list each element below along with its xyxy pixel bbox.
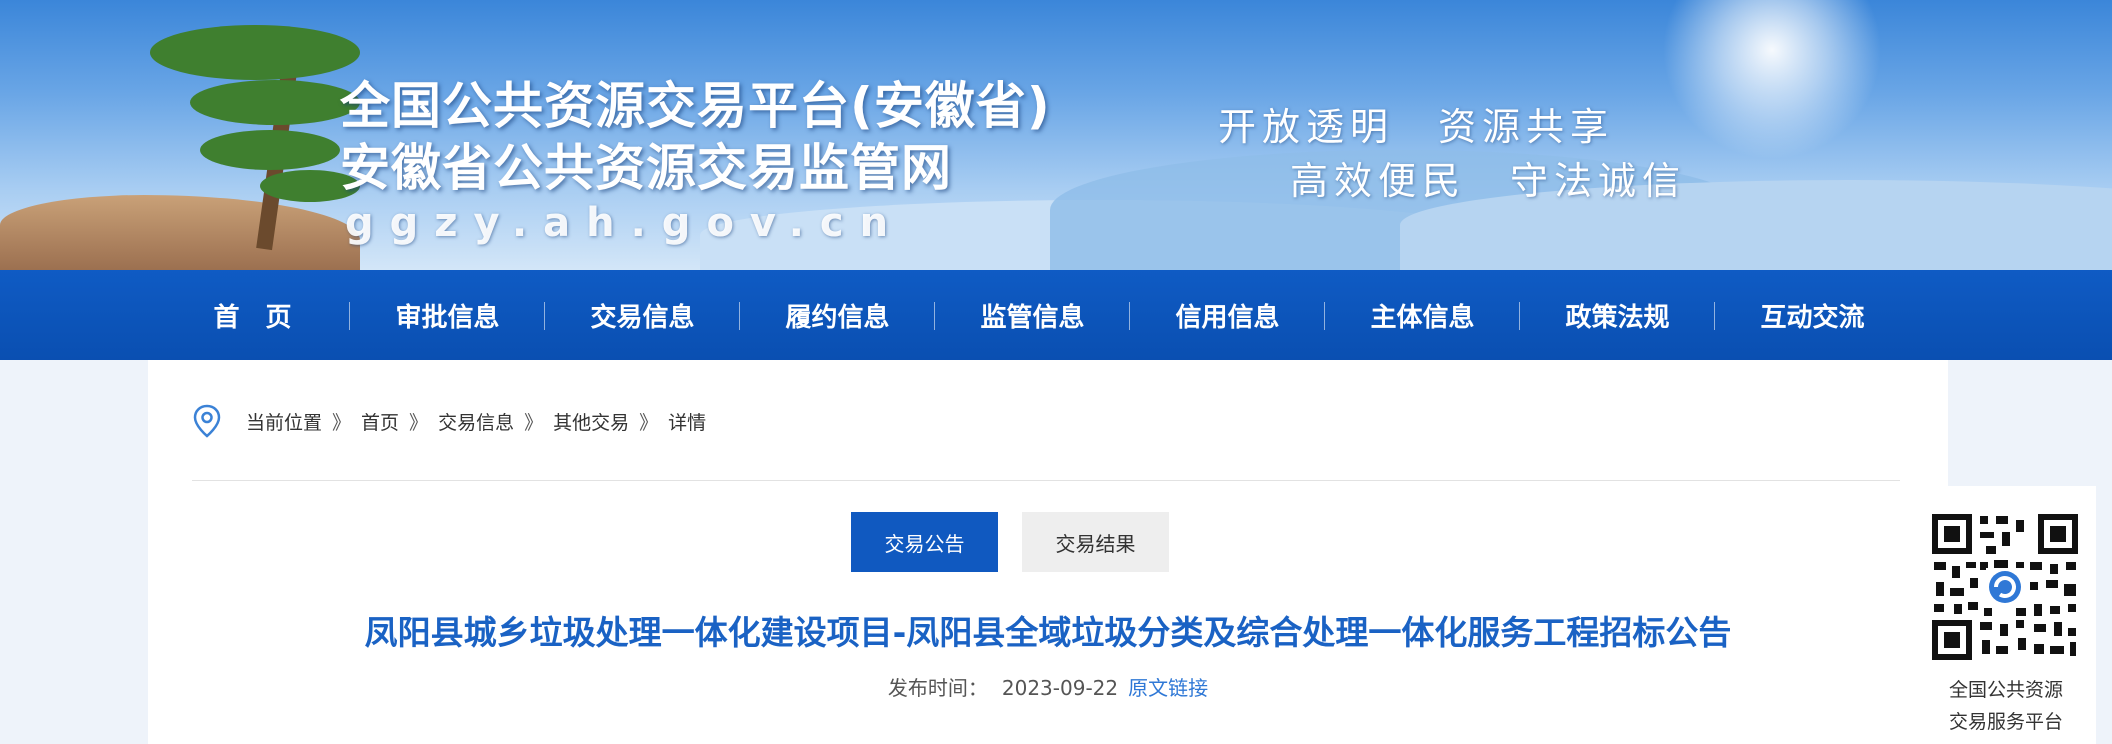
header-banner: 全国公共资源交易平台(安徽省) 安徽省公共资源交易监管网 ggzy.ah.gov… <box>0 0 2112 270</box>
nav-item-trading[interactable]: 交易信息 <box>545 270 740 360</box>
sun-glow <box>1662 0 1882 160</box>
article-title: 凤阳县城乡垃圾处理一体化建设项目-凤阳县全域垃圾分类及综合处理一体化服务工程招标… <box>364 613 1732 652</box>
nav-item-credit[interactable]: 信用信息 <box>1130 270 1325 360</box>
site-title[interactable]: 全国公共资源交易平台(安徽省) 安徽省公共资源交易监管网 <box>340 75 1051 199</box>
site-url: ggzy.ah.gov.cn <box>345 200 905 246</box>
nav-item-approval[interactable]: 审批信息 <box>350 270 545 360</box>
nav-item-label: 政策法规 <box>1565 302 1670 333</box>
publish-date: 2023-09-22 <box>1001 676 1119 700</box>
nav-item-performance[interactable]: 履约信息 <box>740 270 935 360</box>
nav-item-home[interactable]: 首 页 <box>155 270 350 360</box>
breadcrumb-other-trading[interactable]: 其他交易 <box>553 408 629 435</box>
content-panel: 当前位置 》 首页 》 交易信息 》 其他交易 》 详情 交易公告 交易结果 凤… <box>148 360 1948 744</box>
publish-label: 发布时间： <box>887 676 988 700</box>
site-title-line1: 全国公共资源交易平台(安徽省) <box>340 77 1051 135</box>
nav-item-label: 互动交流 <box>1760 302 1865 333</box>
qr-code-icon <box>1930 512 2080 662</box>
breadcrumb-separator: 》 <box>409 411 429 434</box>
breadcrumb-current-label: 当前位置 <box>246 411 323 434</box>
qr-panel: 全国公共资源 交易服务平台 <box>1916 486 2096 744</box>
main-nav: 首 页 审批信息 交易信息 履约信息 监管信息 信用信息 主体信息 政策法规 互… <box>0 270 2112 360</box>
nav-item-label: 监管信息 <box>980 302 1085 333</box>
nav-item-label: 首 页 <box>213 302 292 333</box>
location-pin-icon <box>193 404 221 438</box>
qr-caption: 全国公共资源 交易服务平台 <box>1916 674 2096 738</box>
qr-caption-line1: 全国公共资源 <box>1948 679 2063 701</box>
site-title-line2: 安徽省公共资源交易监管网 <box>340 139 952 197</box>
tab-result[interactable]: 交易结果 <box>1022 512 1169 572</box>
nav-item-policy[interactable]: 政策法规 <box>1520 270 1715 360</box>
breadcrumb-home[interactable]: 首页 <box>361 408 399 435</box>
slogan-line2: 高效便民 守法诚信 <box>1290 159 1687 203</box>
breadcrumb-separator: 》 <box>524 411 544 434</box>
nav-item-label: 信用信息 <box>1175 302 1280 333</box>
breadcrumb: 当前位置 》 首页 》 交易信息 》 其他交易 》 详情 <box>192 404 710 438</box>
pine-tree-foliage <box>200 130 340 170</box>
pine-tree-foliage <box>150 25 360 80</box>
nav-item-entity[interactable]: 主体信息 <box>1325 270 1520 360</box>
slogan-line1: 开放透明 资源共享 <box>1218 105 1615 149</box>
nav-item-label: 交易信息 <box>590 302 695 333</box>
breadcrumb-separator: 》 <box>332 411 352 434</box>
breadcrumb-trading[interactable]: 交易信息 <box>438 408 514 435</box>
divider <box>192 480 1900 481</box>
nav-item-label: 主体信息 <box>1370 302 1475 333</box>
nav-item-label: 履约信息 <box>785 302 890 333</box>
rock-decoration <box>0 195 360 270</box>
pine-tree-foliage <box>190 80 360 125</box>
qr-caption-line2: 交易服务平台 <box>1948 711 2063 733</box>
breadcrumb-separator: 》 <box>639 411 659 434</box>
nav-item-supervision[interactable]: 监管信息 <box>935 270 1130 360</box>
tab-group: 交易公告 交易结果 <box>851 512 1193 572</box>
nav-item-label: 审批信息 <box>395 302 500 333</box>
article-meta: 发布时间： 2023-09-22 原文链接 <box>148 672 1948 701</box>
source-link[interactable]: 原文链接 <box>1128 676 1208 700</box>
tab-announcement[interactable]: 交易公告 <box>851 512 998 572</box>
nav-item-interaction[interactable]: 互动交流 <box>1715 270 1910 360</box>
breadcrumb-detail: 详情 <box>668 411 707 434</box>
